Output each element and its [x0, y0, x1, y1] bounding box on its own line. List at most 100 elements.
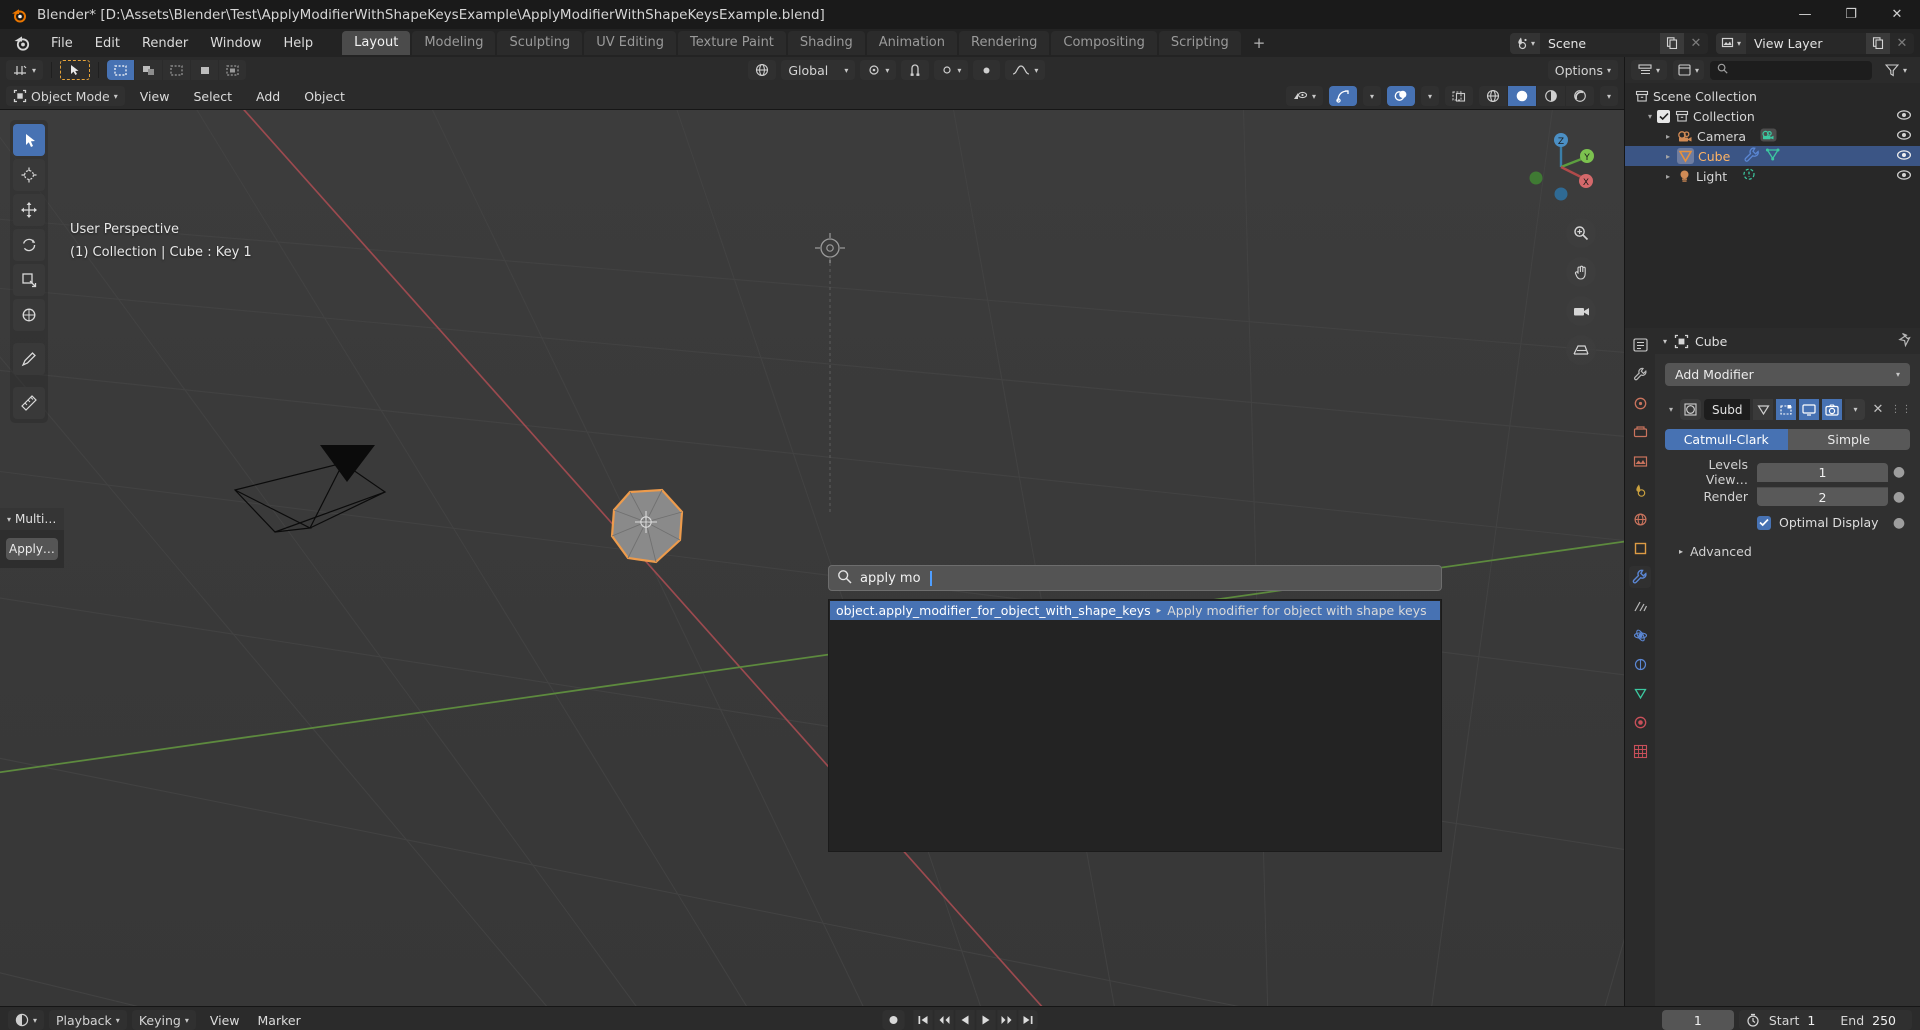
tab-sculpting[interactable]: Sculpting — [497, 31, 583, 55]
navigation-gizmo[interactable]: Z Y X — [1522, 128, 1600, 206]
shading-wireframe-icon[interactable] — [1478, 86, 1507, 106]
overlays-settings-dropdown[interactable]: ▾ — [1420, 86, 1439, 106]
play-reverse-button[interactable] — [955, 1010, 975, 1030]
xray-toggle[interactable] — [1444, 86, 1473, 106]
camera-data-icon[interactable] — [1760, 128, 1777, 145]
shading-rendered-icon[interactable] — [1565, 86, 1594, 106]
viewport-menu-object[interactable]: Object — [295, 87, 354, 106]
add-modifier-button[interactable]: Add Modifier ▾ — [1665, 363, 1910, 386]
advanced-section-header[interactable]: ▸ Advanced — [1665, 544, 1910, 559]
outliner-row-camera[interactable]: ▸ Camera — [1625, 126, 1920, 146]
use-preview-range-icon[interactable] — [1739, 1013, 1760, 1027]
pivot-point-dropdown[interactable]: ▾ — [860, 60, 897, 80]
modifier-render-display-icon[interactable] — [1822, 399, 1843, 420]
outliner-display-mode-dropdown[interactable]: ▾ — [1673, 60, 1705, 80]
properties-tab-tool[interactable] — [1629, 363, 1651, 385]
levels-viewport-animate-dot-icon[interactable]: ● — [1888, 465, 1910, 479]
select-extend-icon[interactable] — [135, 60, 163, 80]
transform-orientation-icon[interactable] — [748, 60, 777, 80]
visibility-selectability-dropdown[interactable]: ▾ — [1285, 86, 1323, 106]
playback-menu[interactable]: Playback ▾ — [49, 1010, 127, 1030]
visibility-eye-icon[interactable] — [1896, 169, 1912, 184]
modifier-extras-dropdown[interactable]: ▾ — [1845, 399, 1866, 420]
current-frame-field[interactable]: 1 — [1661, 1010, 1734, 1030]
pan-view-button[interactable] — [1566, 257, 1596, 287]
levels-viewport-field[interactable]: 1 — [1757, 462, 1888, 482]
outliner-row-scene-collection[interactable]: Scene Collection — [1625, 86, 1920, 106]
light-object[interactable] — [800, 230, 860, 520]
search-input[interactable]: apply mo — [828, 565, 1442, 591]
subdivision-simple-button[interactable]: Simple — [1787, 429, 1910, 450]
transform-orientation-dropdown[interactable]: Global ▾ — [781, 60, 856, 80]
search-result-row[interactable]: object.apply_modifier_for_object_with_sh… — [830, 601, 1440, 620]
properties-tab-modifiers[interactable] — [1629, 566, 1651, 588]
object-mode-dropdown[interactable]: Object Mode ▾ — [6, 86, 125, 106]
outliner-row-light[interactable]: ▸ Light — [1625, 166, 1920, 186]
modifier-realtime-display-icon[interactable] — [1799, 399, 1820, 420]
outliner-filter-icon[interactable]: ▾ — [1878, 60, 1914, 80]
start-frame-value[interactable]: 1 — [1807, 1013, 1831, 1028]
auto-keying-toggle[interactable] — [882, 1010, 905, 1030]
properties-tab-object-data[interactable] — [1629, 682, 1651, 704]
select-difference-icon[interactable] — [191, 60, 219, 80]
mesh-data-icon[interactable] — [1765, 147, 1781, 165]
end-frame-value[interactable]: 250 — [1872, 1013, 1912, 1028]
zoom-view-button[interactable] — [1566, 218, 1596, 248]
modifier-show-on-cage-icon[interactable] — [1753, 399, 1774, 420]
tool-scale-icon[interactable] — [13, 264, 45, 296]
viewport-menu-add[interactable]: Add — [247, 87, 289, 106]
camera-view-button[interactable] — [1566, 296, 1596, 326]
properties-tab-scene[interactable] — [1629, 479, 1651, 501]
tab-texture-paint[interactable]: Texture Paint — [678, 31, 786, 55]
menu-render[interactable]: Render — [131, 33, 199, 54]
new-scene-button[interactable] — [1660, 32, 1684, 54]
viewport-menu-view[interactable]: View — [131, 87, 179, 106]
outliner-row-collection[interactable]: ▾ Collection — [1625, 106, 1920, 126]
tab-uv-editing[interactable]: UV Editing — [584, 31, 677, 55]
cube-object-selected[interactable] — [600, 478, 700, 578]
play-button[interactable] — [976, 1010, 996, 1030]
tool-measure-icon[interactable] — [13, 387, 45, 419]
tab-layout[interactable]: Layout — [342, 31, 411, 55]
viewport-menu-select[interactable]: Select — [184, 87, 241, 106]
menu-window[interactable]: Window — [199, 33, 272, 54]
properties-tab-object[interactable] — [1629, 537, 1651, 559]
render-levels-animate-dot-icon[interactable]: ● — [1888, 490, 1910, 504]
properties-tab-particles[interactable] — [1629, 595, 1651, 617]
menu-edit[interactable]: Edit — [84, 33, 131, 54]
blender-menu-logo-icon[interactable] — [12, 33, 32, 53]
shading-settings-dropdown[interactable]: ▾ — [1599, 86, 1618, 106]
light-data-icon[interactable] — [1741, 167, 1757, 185]
close-button[interactable]: ✕ — [1874, 0, 1920, 29]
tab-rendering[interactable]: Rendering — [959, 31, 1050, 55]
tool-cursor-icon[interactable] — [13, 159, 45, 191]
modifier-drag-handle[interactable]: ⋮⋮ — [1890, 405, 1911, 415]
proportional-edit-icon[interactable] — [973, 60, 1001, 80]
tool-tweak-icon[interactable] — [13, 124, 45, 156]
jump-to-start-button[interactable] — [913, 1010, 933, 1030]
jump-to-end-button[interactable] — [1018, 1010, 1038, 1030]
expand-triangle-icon[interactable]: ▾ — [1643, 112, 1657, 121]
timeline-menu-marker[interactable]: Marker — [249, 1011, 310, 1030]
3d-viewport[interactable]: User Perspective (1) Collection | Cube :… — [0, 110, 1624, 1006]
search-results-list[interactable]: object.apply_modifier_for_object_with_sh… — [828, 599, 1442, 852]
tool-move-icon[interactable] — [13, 194, 45, 226]
show-gizmo-toggle[interactable] — [1328, 86, 1357, 106]
select-intersect-icon[interactable] — [219, 60, 247, 80]
modifier-delete-button[interactable]: ✕ — [1868, 399, 1887, 420]
properties-tab-texture[interactable] — [1629, 740, 1651, 762]
modifier-expand-triangle-icon[interactable]: ▾ — [1665, 405, 1677, 414]
tab-compositing[interactable]: Compositing — [1051, 31, 1157, 55]
keying-menu[interactable]: Keying ▾ — [131, 1010, 196, 1030]
properties-tab-physics[interactable] — [1629, 624, 1651, 646]
scene-datablock[interactable]: ▾ Scene ✕ — [1510, 32, 1708, 54]
shading-material-preview-icon[interactable] — [1536, 86, 1565, 106]
show-overlays-toggle[interactable] — [1386, 86, 1415, 106]
view-layer-datablock[interactable]: ▾ View Layer ✕ — [1716, 32, 1914, 54]
wrench-icon[interactable] — [1744, 147, 1760, 165]
tool-transform-icon[interactable] — [13, 299, 45, 331]
properties-tab-view-layer[interactable] — [1629, 450, 1651, 472]
tool-annotate-icon[interactable] — [13, 343, 45, 375]
modifier-name-field[interactable]: Subd — [1704, 399, 1751, 420]
unlink-view-layer-button[interactable]: ✕ — [1890, 33, 1914, 54]
